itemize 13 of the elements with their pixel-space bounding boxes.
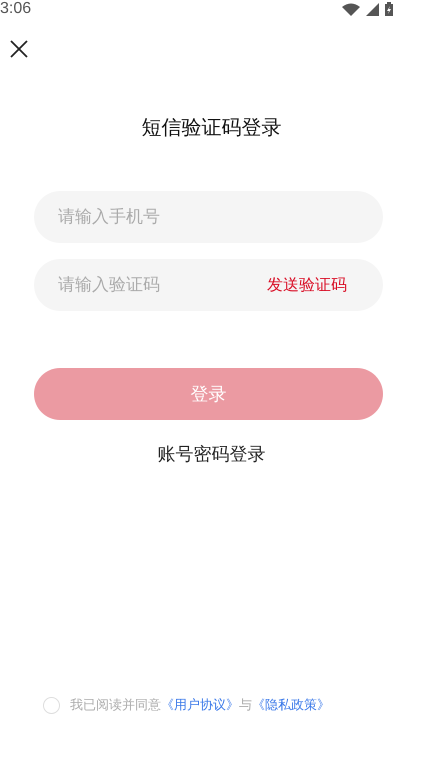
- password-login-link[interactable]: 账号密码登录: [158, 442, 266, 466]
- agree-checkbox[interactable]: [43, 696, 60, 714]
- agreement-text: 我已阅读并同意《用户协议》与《隐私政策》: [70, 697, 330, 714]
- battery-icon: [385, 2, 393, 16]
- status-time: 3:06: [0, 0, 32, 18]
- close-button[interactable]: [8, 38, 30, 60]
- terms-link[interactable]: 《用户协议》: [161, 698, 239, 713]
- privacy-link[interactable]: 《隐私政策》: [252, 698, 330, 713]
- page-title: 短信验证码登录: [142, 114, 282, 141]
- phone-field[interactable]: 请输入手机号: [34, 191, 383, 243]
- wifi-icon: [342, 2, 360, 16]
- signal-icon: [366, 2, 379, 16]
- send-code-button[interactable]: 发送验证码: [267, 275, 347, 296]
